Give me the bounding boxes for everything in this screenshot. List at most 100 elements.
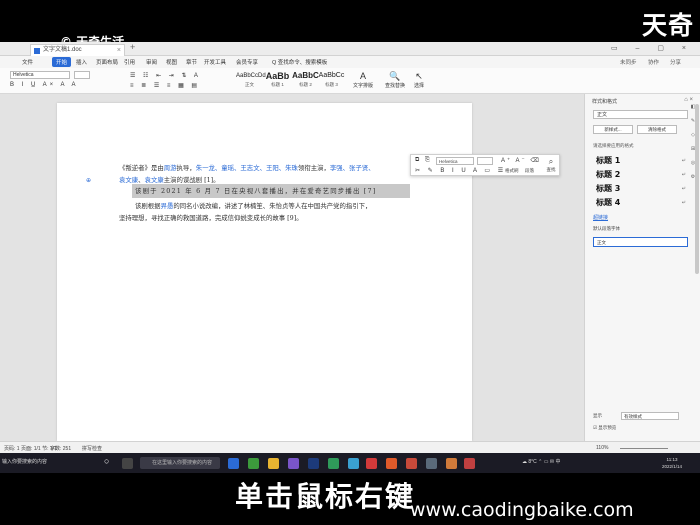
app-icon-9[interactable] <box>386 458 397 469</box>
folder-icon[interactable] <box>268 458 279 469</box>
windows-taskbar: 输入你要搜索的内容 ○ 在这里输入你要搜索的内容 ☁ 8°C ⌃ ▭ ✉ 中 1… <box>0 453 700 473</box>
show-style-select[interactable]: 有效样式 <box>621 412 679 420</box>
app-icon-12[interactable] <box>446 458 457 469</box>
ribbon-toolbar: Helvetica B I U̲ A× A A ☰ ☷ ⇤ ⇥ ⇅ A ≡ ≣ … <box>0 68 700 94</box>
mini-size-select[interactable] <box>477 157 493 165</box>
wps-icon[interactable] <box>366 458 377 469</box>
style-list-body[interactable]: 正文 <box>593 237 688 247</box>
menu-bar: 文件 开始 插入 页面布局 引用 审阅 视图 章节 开发工具 会员专享 Q 查找… <box>0 56 700 68</box>
clear-format-button[interactable]: 清除格式 <box>637 125 677 134</box>
style-heading-3[interactable]: AaBbCc 标题 3 <box>318 70 345 91</box>
new-style-button[interactable]: 新样式... <box>593 125 633 134</box>
page-info: 页码: 1 页面: 1/1 节: 1/1 <box>4 446 57 452</box>
site-watermark: www.caodingbaike.com <box>410 499 634 521</box>
font-size-select[interactable] <box>74 71 90 79</box>
menu-file[interactable]: 文件 <box>22 58 33 66</box>
taskbar-search[interactable]: 在这里输入你要搜索的内容 <box>140 457 220 469</box>
app-icon-13[interactable] <box>464 458 475 469</box>
wechat-icon[interactable] <box>328 458 339 469</box>
chrome-icon[interactable] <box>248 458 259 469</box>
document-tab[interactable]: 文字文稿1.doc × <box>30 44 125 56</box>
style-normal[interactable]: AaBbCcDd 正文 <box>236 70 266 91</box>
screen: 天奇 © 天奇生活 文字文稿1.doc × + ▭ – ▢ × 文件 开始 插入… <box>0 0 700 525</box>
style-list-heading-2[interactable]: 标题 2 ↵ <box>593 169 688 181</box>
clock[interactable]: 11:13 2022/1/14 <box>662 456 682 470</box>
word-count[interactable]: 字数: 251 <box>50 445 71 452</box>
current-style-select[interactable]: 正文 <box>593 110 688 119</box>
select-button[interactable]: ↖ 选择 <box>406 71 432 89</box>
style-list-heading-1[interactable]: 标题 1 ↵ <box>593 155 688 167</box>
clipboard-icons[interactable]: ⧉ ⎘ <box>415 157 432 164</box>
floating-mini-toolbar: ⧉ ⎘ Helvetica A⁺ A⁻ ⌫ ✂ ✎ B I U A ▭ ☰ 格式… <box>410 154 560 176</box>
menu-home[interactable]: 开始 <box>52 57 72 67</box>
spellcheck-toggle[interactable]: 拼写检查 <box>82 445 102 452</box>
text-layout-icon: A <box>359 71 366 81</box>
style-heading-2[interactable]: AaBbC 标题 2 <box>292 70 319 91</box>
search-icon: 🔍 <box>389 71 401 81</box>
zoom-level[interactable]: 110% <box>596 445 608 451</box>
brand-logo: 天奇 <box>641 11 694 40</box>
find-icon: ⌕ <box>548 157 554 166</box>
selected-paragraph[interactable]: 该剧于 2021 年 6 月 7 日在央视八套播出，并在爱奇艺同步播出 [7] <box>135 185 376 197</box>
find-replace-button[interactable]: 🔍 查找替换 <box>382 71 408 89</box>
menu-member[interactable]: 会员专享 <box>236 58 258 66</box>
style-list-heading-4[interactable]: 标题 4 ↵ <box>593 197 688 209</box>
app-icon-10[interactable] <box>406 458 417 469</box>
app-icon-4[interactable] <box>288 458 299 469</box>
cursor-icon: ↖ <box>415 71 423 81</box>
side-rail-icons[interactable]: ◧ ✎ ◇ ⊞ ◎ ⚙ <box>689 100 697 184</box>
paragraph-3-line-1[interactable]: 该剧根据畀愚的同名小说改编，讲述了林楠笙、朱怡贞等人在中国共产党的指引下， <box>135 200 371 212</box>
edge-icon[interactable] <box>228 458 239 469</box>
paragraph-label[interactable]: 段落 <box>525 168 534 174</box>
tab-strip: 文字文稿1.doc × <box>0 42 700 56</box>
menu-view[interactable]: 视图 <box>166 58 177 66</box>
bottom-letterbox: 单击鼠标右键 www.caodingbaike.com <box>0 473 700 525</box>
font-format-icons[interactable]: B I U̲ A× A A <box>10 82 79 88</box>
style-heading-1[interactable]: AaBb 标题 1 <box>264 70 291 91</box>
menu-reference[interactable]: 引用 <box>124 58 135 66</box>
app-icon-11[interactable] <box>426 458 437 469</box>
add-tab-button[interactable]: + <box>130 42 135 52</box>
document-tab-title: 文字文稿1.doc <box>43 47 82 53</box>
start-icon[interactable]: ○ <box>104 456 115 467</box>
list-icons[interactable]: ☰ ☷ ⇤ ⇥ ⇅ A <box>130 72 201 79</box>
taskbar-left-text[interactable]: 输入你要搜索的内容 <box>2 458 47 465</box>
mini-format-icons[interactable]: ✂ ✎ B I U A ▭ ☰ <box>415 167 506 174</box>
app-icon-7[interactable] <box>348 458 359 469</box>
preview-checkbox[interactable]: ☑ 显示预览 <box>593 425 616 431</box>
menu-layout[interactable]: 页面布局 <box>96 58 118 66</box>
menu-devtools[interactable]: 开发工具 <box>204 58 226 66</box>
document-area: 《叛逆者》是由周游执导，朱一龙、童瑶、王志文、王阳、朱珠领衔主演，李强、张子贤、… <box>0 94 584 441</box>
zoom-slider[interactable] <box>620 448 668 449</box>
paragraph-1-line-1[interactable]: 《叛逆者》是由周游执导，朱一龙、童瑶、王志文、王阳、朱珠领衔主演，李强、张子贤、 <box>119 162 375 174</box>
menu-review[interactable]: 审阅 <box>146 58 157 66</box>
style-list-default-font[interactable]: 默认段落字体 <box>593 226 620 232</box>
paragraph-3-line-2[interactable]: 坚持理想，寻找正确的救国道路，完成信仰蜕变成长的故事 [9]。 <box>119 212 303 224</box>
mini-grow-shrink-icons[interactable]: A⁺ A⁻ ⌫ <box>501 157 541 164</box>
mini-font-select[interactable]: Helvetica <box>436 157 474 165</box>
top-letterbox: 天奇 © 天奇生活 <box>0 0 700 49</box>
close-tab-icon[interactable]: × <box>117 45 121 56</box>
align-icons[interactable]: ≡ ≣ ☰ ≡ ▦ ▤ <box>130 82 200 89</box>
menu-chapter[interactable]: 章节 <box>186 58 197 66</box>
collab-button[interactable]: 协作 <box>648 58 659 66</box>
paragraph-anchor-icon[interactable]: ⊕ <box>86 177 91 184</box>
style-list-heading-3[interactable]: 标题 3 ↵ <box>593 183 688 195</box>
mini-find-button[interactable]: ⌕ 查找 <box>543 157 559 173</box>
menu-insert[interactable]: 插入 <box>76 58 87 66</box>
window-controls[interactable]: ▭ – ▢ × <box>611 44 694 52</box>
taskview-icon[interactable] <box>122 458 133 469</box>
styles-panel-title: 样式和格式 <box>592 99 618 105</box>
photoshop-icon[interactable] <box>308 458 319 469</box>
status-bar: 页码: 1 页面: 1/1 节: 1/1 字数: 251 拼写检查 110% <box>0 441 700 453</box>
show-label: 显示 <box>593 413 602 418</box>
weather-indicator[interactable]: ☁ 8°C ⌃ ▭ ✉ 中 <box>522 458 560 465</box>
text-layout-button[interactable]: A 文字排版 <box>350 71 376 89</box>
format-painter-label[interactable]: 格式刷 <box>505 168 519 174</box>
command-search[interactable]: Q 查找命令、搜索模板 <box>272 58 327 66</box>
sync-status[interactable]: 未同步 <box>620 58 637 66</box>
doc-file-icon <box>34 48 40 54</box>
share-button[interactable]: 分享 <box>670 58 681 66</box>
style-list-hyperlink[interactable]: 超链接 <box>593 214 608 221</box>
font-name-select[interactable]: Helvetica <box>10 71 70 79</box>
